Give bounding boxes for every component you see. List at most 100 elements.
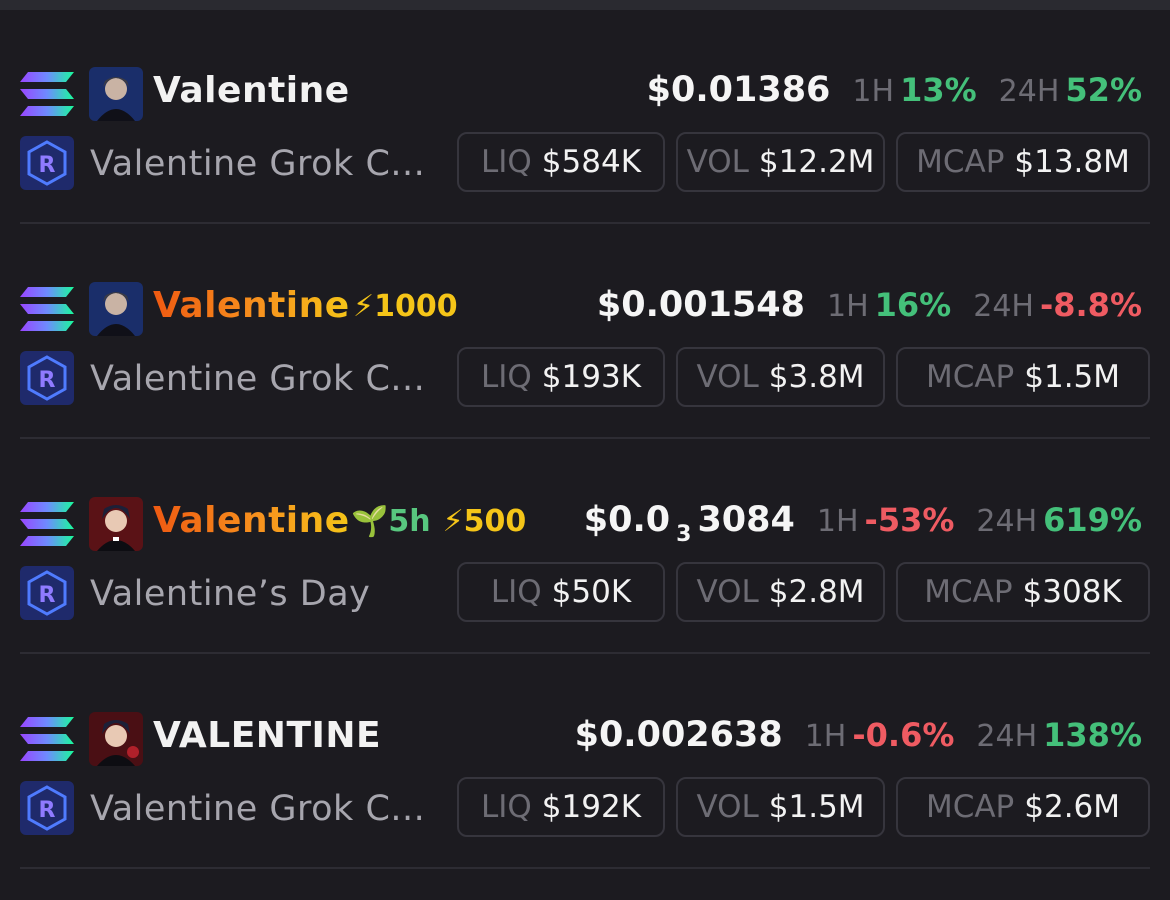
change-24h-label: 24H <box>976 504 1038 539</box>
price-digits: 3084 <box>697 500 795 540</box>
volume-stat: VOL $3.8M <box>676 347 885 407</box>
boost-value: 1000 <box>374 289 458 324</box>
mcap-stat: MCAP $2.6M <box>896 777 1150 837</box>
svg-text:R: R <box>39 798 56 823</box>
mcap-label: MCAP <box>916 144 1005 180</box>
change-1h-value: 13% <box>900 71 977 109</box>
mcap-label: MCAP <box>925 359 1015 395</box>
boost-badge: ⚡1000 <box>353 289 458 324</box>
mcap-stat: MCAP $1.5M <box>896 347 1150 407</box>
price-line: $0.001548 1H 16% 24H -8.8% <box>597 285 1142 325</box>
vol-label: VOL <box>686 144 749 180</box>
token-fullname: Valentine Grok C... <box>90 359 426 399</box>
age-value: 5h <box>388 504 431 539</box>
token-name: Valentine <box>153 70 350 111</box>
liquidity-stat: LIQ $50K <box>457 562 665 622</box>
token-fullname: Valentine’s Day <box>90 574 371 614</box>
change-1h-label: 1H <box>852 74 895 109</box>
price-line: $0.0 3 3084 1H -53% 24H 619% <box>584 500 1142 547</box>
solana-icon <box>20 72 74 116</box>
svg-text:R: R <box>39 583 56 608</box>
svg-text:R: R <box>39 153 56 178</box>
mcap-label: MCAP <box>925 789 1015 825</box>
change-1h-label: 1H <box>804 719 847 754</box>
liq-value: $192K <box>541 789 642 825</box>
raydium-icon: R <box>20 351 74 405</box>
boost-value: 500 <box>463 504 527 539</box>
token-fullname: Valentine Grok C... <box>90 789 426 829</box>
liq-label: LIQ <box>480 144 532 180</box>
liq-label: LIQ <box>480 359 532 395</box>
price-line: $0.002638 1H -0.6% 24H 138% <box>575 715 1142 755</box>
solana-icon <box>20 287 74 331</box>
solana-icon <box>20 502 74 546</box>
mcap-stat: MCAP $13.8M <box>896 132 1150 192</box>
vol-label: VOL <box>696 789 759 825</box>
change-24h-value: 619% <box>1043 501 1142 539</box>
token-avatar <box>89 497 143 551</box>
volume-stat: VOL $1.5M <box>676 777 885 837</box>
row-divider <box>20 867 1150 869</box>
liquidity-stat: LIQ $193K <box>457 347 665 407</box>
top-bar <box>0 0 1170 10</box>
row-divider <box>20 652 1150 654</box>
token-name: Valentine <box>153 500 350 541</box>
change-1h-label: 1H <box>816 504 859 539</box>
mcap-label: MCAP <box>924 574 1013 610</box>
change-24h-value: -8.8% <box>1039 286 1142 324</box>
change-1h-label: 1H <box>826 289 869 324</box>
raydium-icon: R <box>20 781 74 835</box>
liq-label: LIQ <box>480 789 532 825</box>
token-badges: ⚡1000 <box>353 289 458 324</box>
mcap-value: $308K <box>1022 574 1122 610</box>
change-1h-value: 16% <box>874 286 952 324</box>
change-24h-value: 52% <box>1065 71 1142 109</box>
mcap-stat: MCAP $308K <box>896 562 1150 622</box>
liq-value: $50K <box>551 574 632 610</box>
change-24h-label: 24H <box>998 74 1060 109</box>
liquidity-stat: LIQ $192K <box>457 777 665 837</box>
price-zero-count: 3 <box>676 522 692 547</box>
age-badge: 🌱5h <box>351 504 431 539</box>
liq-label: LIQ <box>490 574 542 610</box>
token-price: $0.002638 <box>574 715 783 755</box>
change-24h-value: 138% <box>1043 716 1142 754</box>
solana-icon <box>20 717 74 761</box>
price-line: $0.01386 1H 13% 24H 52% <box>647 70 1142 110</box>
row-divider <box>20 222 1150 224</box>
volume-stat: VOL $2.8M <box>676 562 885 622</box>
raydium-icon: R <box>20 136 74 190</box>
vol-label: VOL <box>696 359 759 395</box>
sprout-icon: 🌱 <box>351 504 389 539</box>
mcap-value: $2.6M <box>1024 789 1121 825</box>
svg-text:R: R <box>39 368 56 393</box>
vol-label: VOL <box>696 574 759 610</box>
token-fullname: Valentine Grok C... <box>90 144 426 184</box>
volume-stat: VOL $12.2M <box>676 132 885 192</box>
vol-value: $3.8M <box>768 359 865 395</box>
token-price: $0.001548 <box>596 285 805 325</box>
liquidity-stat: LIQ $584K <box>457 132 665 192</box>
token-avatar <box>89 282 143 336</box>
token-avatar <box>89 712 143 766</box>
change-1h-value: -0.6% <box>852 716 955 754</box>
token-badges: 🌱5h ⚡500 <box>351 504 526 539</box>
boost-badge: ⚡500 <box>442 504 527 539</box>
mcap-value: $1.5M <box>1024 359 1121 395</box>
vol-value: $2.8M <box>768 574 865 610</box>
token-name: VALENTINE <box>153 715 382 756</box>
vol-value: $12.2M <box>758 144 875 180</box>
raydium-icon: R <box>20 566 74 620</box>
row-divider <box>20 437 1150 439</box>
token-name: Valentine <box>153 285 350 326</box>
liq-value: $584K <box>541 144 642 180</box>
change-24h-label: 24H <box>973 289 1034 324</box>
token-avatar <box>89 67 143 121</box>
vol-value: $1.5M <box>768 789 865 825</box>
token-price: $0.0 3 3084 <box>584 500 795 547</box>
change-1h-value: -53% <box>864 501 955 539</box>
liq-value: $193K <box>541 359 642 395</box>
mcap-value: $13.8M <box>1014 144 1130 180</box>
token-price: $0.01386 <box>646 70 831 110</box>
change-24h-label: 24H <box>976 719 1038 754</box>
